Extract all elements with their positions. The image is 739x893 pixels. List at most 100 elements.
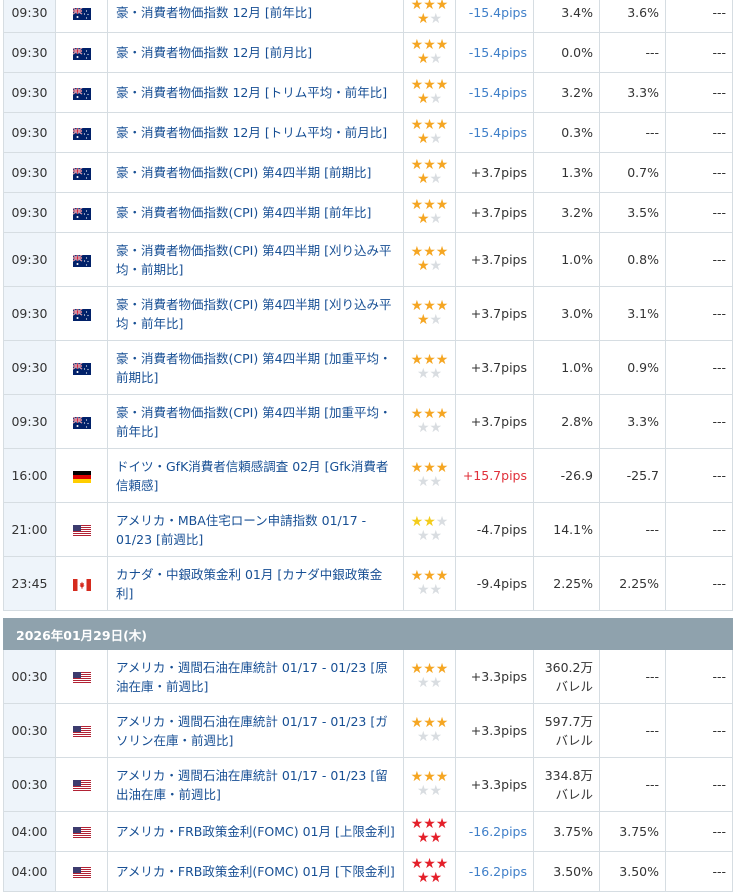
pips-change: -9.4pips — [455, 556, 534, 611]
result-value: --- — [665, 340, 733, 395]
event-name-link[interactable]: アメリカ・週間石油在庫統計 01/17 - 01/23 [留出油在庫・前週比] — [116, 766, 395, 804]
importance: ★★★ ★★ — [403, 232, 456, 287]
canada-flag-icon — [72, 576, 91, 591]
forecast-value: --- — [599, 757, 666, 812]
event-name-cell: 豪・消費者物価指数(CPI) 第4四半期 [刈り込み平均・前期比] — [107, 232, 404, 287]
importance-stars-icon: ★★★ ★★ — [410, 768, 449, 799]
country-flag — [55, 394, 108, 449]
event-time: 00:30 — [3, 703, 56, 758]
importance-stars-icon: ★★★ ★★ — [410, 351, 449, 382]
actual-value: 3.2% — [533, 72, 600, 113]
event-time: 04:00 — [3, 811, 56, 852]
pips-change: +3.7pips — [455, 152, 534, 193]
actual-value: 334.8万 バレル — [533, 757, 600, 812]
pips-change: +15.7pips — [455, 448, 534, 503]
actual-value: 3.2% — [533, 192, 600, 233]
australia-flag-icon — [72, 252, 91, 267]
australia-flag-icon — [72, 205, 91, 220]
pips-change: -16.2pips — [455, 851, 534, 892]
forecast-value: --- — [599, 502, 666, 557]
event-row: 00:30 アメリカ・週間石油在庫統計 01/17 - 01/23 [原油在庫・前… — [3, 649, 733, 704]
forecast-value: 3.5% — [599, 192, 666, 233]
result-value: --- — [665, 394, 733, 449]
actual-value: 1.0% — [533, 232, 600, 287]
country-flag — [55, 192, 108, 233]
importance-stars-icon: ★★★ ★★ — [410, 156, 449, 187]
country-flag — [55, 811, 108, 852]
country-flag — [55, 757, 108, 812]
date-header-row: 2026年01月29日(木) — [3, 618, 733, 650]
importance: ★★★ ★★ — [403, 112, 456, 153]
event-name-link[interactable]: 豪・消費者物価指数(CPI) 第4四半期 [前年比] — [116, 203, 395, 222]
spacer — [3, 610, 733, 619]
country-flag — [55, 72, 108, 113]
event-name-link[interactable]: 豪・消費者物価指数 12月 [トリム平均・前年比] — [116, 83, 395, 102]
importance-stars-icon: ★★★ ★★ — [410, 36, 449, 67]
importance-stars-icon: ★★★ ★★ — [410, 660, 449, 691]
importance: ★★★ ★★ — [403, 72, 456, 113]
forecast-value: --- — [599, 703, 666, 758]
importance: ★★★ ★★ — [403, 192, 456, 233]
forecast-value: 3.3% — [599, 72, 666, 113]
event-name-link[interactable]: 豪・消費者物価指数(CPI) 第4四半期 [加重平均・前年比] — [116, 403, 395, 441]
event-time: 00:30 — [3, 649, 56, 704]
event-time: 09:30 — [3, 286, 56, 341]
event-name-cell: 豪・消費者物価指数 12月 [前年比] — [107, 0, 404, 33]
importance-stars-icon: ★★★ ★★ — [410, 714, 449, 745]
event-name-link[interactable]: 豪・消費者物価指数 12月 [トリム平均・前月比] — [116, 123, 395, 142]
event-time: 16:00 — [3, 448, 56, 503]
actual-value: 3.4% — [533, 0, 600, 33]
australia-flag-icon — [72, 85, 91, 100]
forecast-value: 0.7% — [599, 152, 666, 193]
event-row: 09:30 豪・消費者物価指数(CPI) 第4四半期 [刈り込み平均・前年比] ★★… — [3, 286, 733, 341]
australia-flag-icon — [72, 360, 91, 375]
result-value: --- — [665, 851, 733, 892]
event-row: 09:30 豪・消費者物価指数 12月 [前年比] ★★★ ★★ -15.4pips 3.… — [3, 0, 733, 33]
event-name-link[interactable]: アメリカ・MBA住宅ローン申請指数 01/17 - 01/23 [前週比] — [116, 511, 395, 549]
result-value: --- — [665, 448, 733, 503]
event-name-link[interactable]: 豪・消費者物価指数(CPI) 第4四半期 [前期比] — [116, 163, 395, 182]
importance-stars-icon: ★★★ ★★ — [410, 196, 449, 227]
event-name-link[interactable]: 豪・消費者物価指数(CPI) 第4四半期 [刈り込み平均・前期比] — [116, 241, 395, 279]
country-flag — [55, 152, 108, 193]
event-time: 09:30 — [3, 232, 56, 287]
result-value: --- — [665, 192, 733, 233]
event-name-link[interactable]: 豪・消費者物価指数(CPI) 第4四半期 [刈り込み平均・前年比] — [116, 295, 395, 333]
event-name-link[interactable]: アメリカ・週間石油在庫統計 01/17 - 01/23 [ガソリン在庫・前週比] — [116, 712, 395, 750]
importance-stars-icon: ★★★ ★★ — [410, 0, 449, 27]
pips-change: +3.7pips — [455, 192, 534, 233]
event-name-link[interactable]: 豪・消費者物価指数 12月 [前年比] — [116, 3, 395, 22]
event-name-link[interactable]: アメリカ・FRB政策金利(FOMC) 01月 [下限金利] — [116, 862, 395, 881]
event-name-link[interactable]: ドイツ・GfK消費者信頼感調査 02月 [Gfk消費者信頼感] — [116, 457, 395, 495]
pips-change: -15.4pips — [455, 112, 534, 153]
event-name-link[interactable]: アメリカ・週間石油在庫統計 01/17 - 01/23 [原油在庫・前週比] — [116, 658, 395, 696]
event-time: 09:30 — [3, 340, 56, 395]
actual-value: 0.3% — [533, 112, 600, 153]
result-value: --- — [665, 556, 733, 611]
forecast-value: 3.1% — [599, 286, 666, 341]
pips-change: -15.4pips — [455, 32, 534, 73]
pips-change: -4.7pips — [455, 502, 534, 557]
event-name-link[interactable]: アメリカ・FRB政策金利(FOMC) 01月 [上限金利] — [116, 822, 395, 841]
importance: ★★★ ★★ — [403, 851, 456, 892]
event-name-link[interactable]: カナダ・中銀政策金利 01月 [カナダ中銀政策金利] — [116, 565, 395, 603]
australia-flag-icon — [72, 165, 91, 180]
result-value: --- — [665, 649, 733, 704]
importance: ★★★ ★★ — [403, 448, 456, 503]
event-name-cell: アメリカ・MBA住宅ローン申請指数 01/17 - 01/23 [前週比] — [107, 502, 404, 557]
country-flag — [55, 448, 108, 503]
result-value: --- — [665, 152, 733, 193]
usa-flag-icon — [72, 824, 91, 839]
event-name-cell: カナダ・中銀政策金利 01月 [カナダ中銀政策金利] — [107, 556, 404, 611]
event-row: 23:45 カナダ・中銀政策金利 01月 [カナダ中銀政策金利] ★★★ ★★ -9.4… — [3, 556, 733, 611]
forecast-value: 2.25% — [599, 556, 666, 611]
australia-flag-icon — [72, 5, 91, 20]
forecast-value: 3.75% — [599, 811, 666, 852]
pips-change: +3.3pips — [455, 757, 534, 812]
event-name-link[interactable]: 豪・消費者物価指数(CPI) 第4四半期 [加重平均・前期比] — [116, 349, 395, 387]
usa-flag-icon — [72, 723, 91, 738]
calendar-table-wrapper: 09:30 豪・消費者物価指数 12月 [前年比] ★★★ ★★ -15.4pips 3.… — [3, 0, 733, 892]
event-name-link[interactable]: 豪・消費者物価指数 12月 [前月比] — [116, 43, 395, 62]
actual-value: 3.50% — [533, 851, 600, 892]
importance-stars-icon: ★★★ ★★ — [410, 297, 449, 328]
